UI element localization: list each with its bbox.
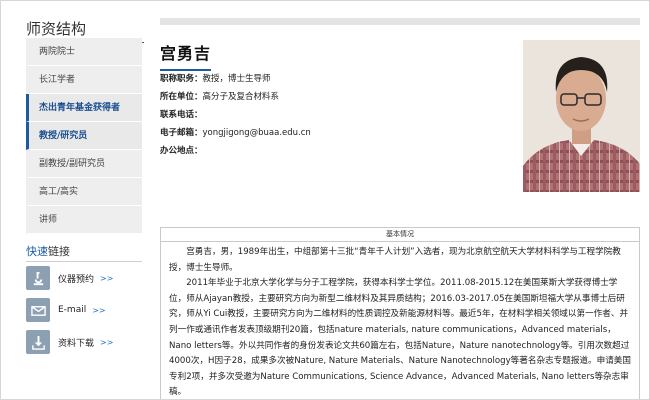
info-department-row: 所在单位：高分子及复合材料系	[160, 88, 520, 106]
info-value: 教授，博士生导师	[202, 74, 271, 84]
basic-info-heading: 基本情况	[161, 228, 639, 242]
info-key: 职称职务：	[160, 74, 203, 84]
quick-link-label: E-mail	[58, 305, 87, 315]
info-value: 高分子及复合材料系	[202, 92, 280, 102]
basic-info-panel: 基本情况 宫勇吉，男，1989年出生，中组部第十三批“青年千人计划”入选者，现为…	[160, 227, 640, 399]
quick-link-instrument-booking[interactable]: 仪器预约 >>	[26, 262, 144, 294]
basic-info-body: 宫勇吉，男，1989年出生，中组部第十三批“青年千人计划”入选者，现为北京航空航…	[161, 242, 639, 399]
info-key: 办公地点：	[160, 146, 203, 156]
envelope-icon	[26, 298, 50, 322]
info-phone-row: 联系电话：	[160, 106, 520, 124]
info-key: 联系电话：	[160, 110, 203, 120]
quick-link-email[interactable]: E-mail >>	[26, 294, 144, 326]
info-email-row: 电子邮箱：yongjigong@buaa.edu.cn	[160, 124, 520, 142]
sidebar-item-distinguished-young[interactable]: 杰出青年基金获得者	[26, 94, 142, 122]
bio-paragraph: 2011年毕业于北京大学化学与分子工程学院，获得本科学士学位。2011.08-2…	[169, 278, 631, 398]
quick-links: 仪器预约 >> E-mail >> 资料下载 >>	[26, 262, 144, 358]
quick-links-title-prefix: 快速	[26, 245, 48, 258]
info-office-row: 办公地点：	[160, 142, 520, 160]
profile-photo	[523, 40, 640, 192]
quick-link-downloads[interactable]: 资料下载 >>	[26, 326, 144, 358]
info-key: 所在单位：	[160, 92, 203, 102]
info-title-row: 职称职务：教授，博士生导师	[160, 70, 520, 88]
bio-paragraph: 宫勇吉，男，1989年出生，中组部第十三批“青年千人计划”入选者，现为北京航空航…	[169, 247, 621, 273]
info-key: 电子邮箱：	[160, 128, 203, 138]
quick-link-label: 仪器预约	[58, 274, 95, 285]
sidebar-item-associate-professors[interactable]: 副教授/副研究员	[26, 150, 142, 178]
top-divider-bar	[160, 18, 640, 25]
profile-info: 职称职务：教授，博士生导师 所在单位：高分子及复合材料系 联系电话： 电子邮箱：…	[160, 70, 520, 160]
sidebar-item-professors[interactable]: 教授/研究员	[26, 122, 142, 150]
quick-link-arrow: >>	[100, 273, 114, 283]
microscope-icon	[26, 266, 50, 290]
quick-link-arrow: >>	[92, 305, 106, 315]
sidebar-item-senior-engineers[interactable]: 高工/高实	[26, 178, 142, 206]
download-icon	[26, 330, 50, 354]
sidebar-item-lecturers[interactable]: 讲师	[26, 206, 142, 234]
quick-link-arrow: >>	[100, 337, 114, 347]
sidebar-menu: 两院院士 长江学者 杰出青年基金获得者 教授/研究员 副教授/副研究员 高工/高…	[26, 38, 142, 234]
profile-name: 宫勇吉	[160, 40, 212, 71]
quick-link-label: 资料下载	[58, 338, 95, 349]
quick-links-title: 快速链接	[26, 243, 142, 262]
sidebar-item-changjiang-scholars[interactable]: 长江学者	[26, 66, 142, 94]
email-link[interactable]: yongjigong@buaa.edu.cn	[203, 128, 311, 138]
sidebar-title-suffix: 结构	[56, 20, 87, 38]
sidebar-item-academicians[interactable]: 两院院士	[26, 38, 142, 66]
quick-links-title-suffix: 链接	[48, 245, 70, 258]
sidebar-title-prefix: 师资	[26, 20, 57, 38]
